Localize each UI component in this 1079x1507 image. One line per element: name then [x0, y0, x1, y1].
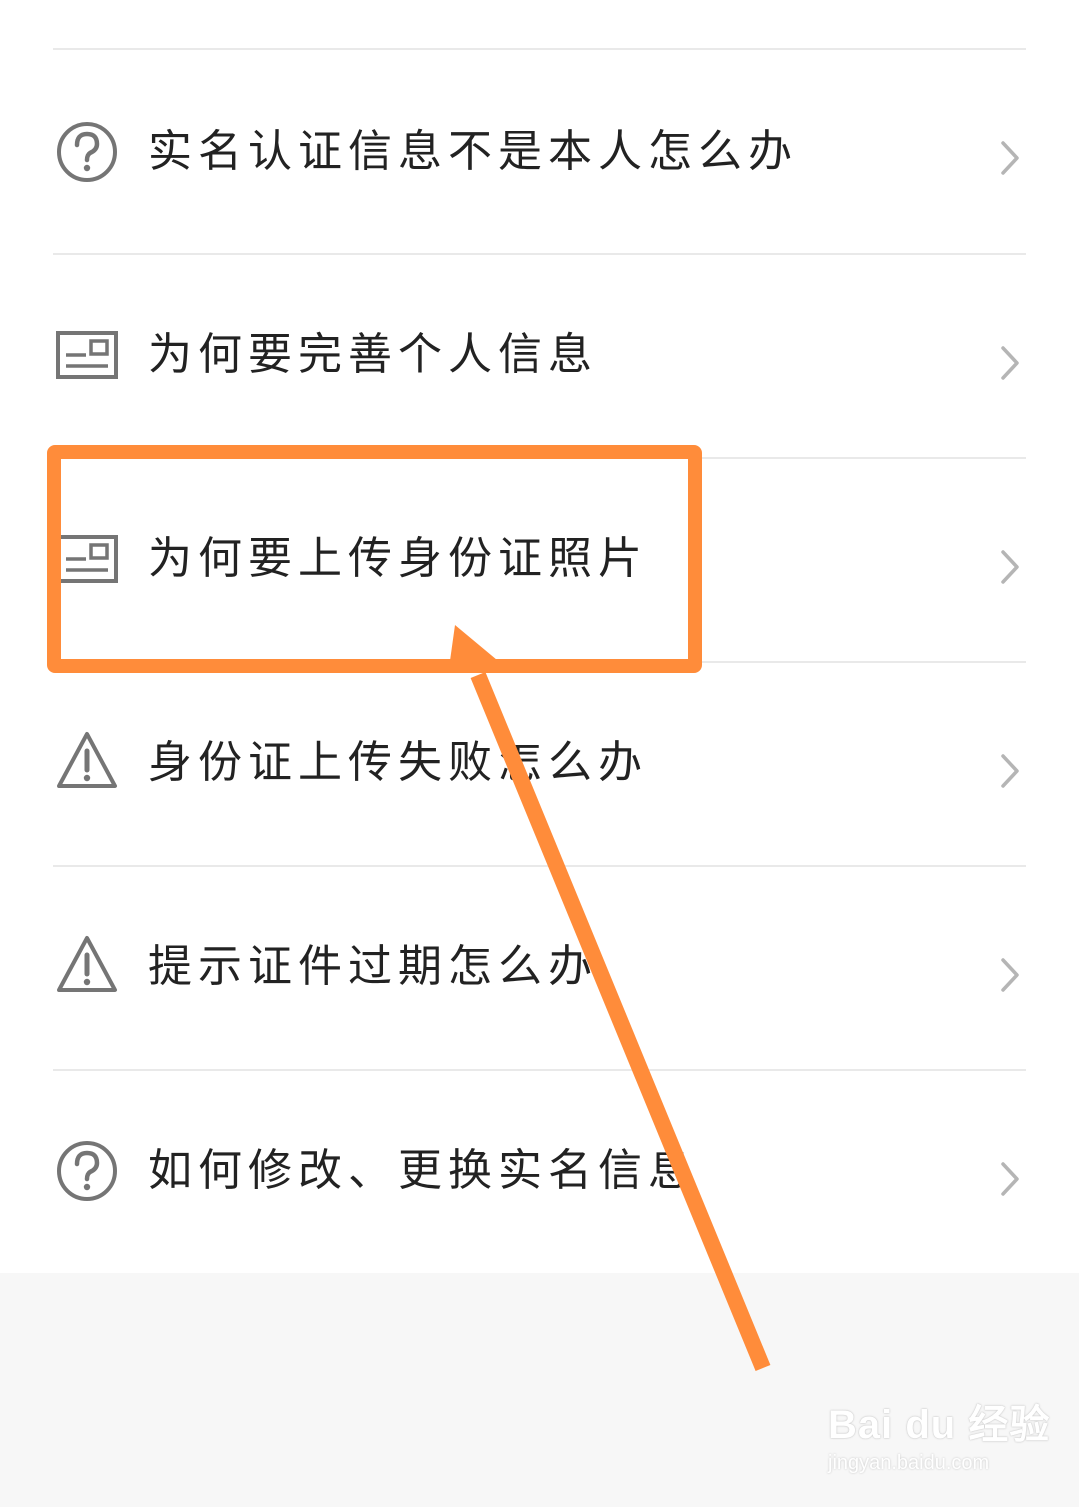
faq-item-upload-failed[interactable]: 身份证上传失败怎么办	[0, 663, 1079, 863]
id-card-icon	[56, 331, 118, 379]
faq-item-not-me[interactable]: 实名认证信息不是本人怎么办	[0, 50, 1079, 250]
faq-item-label: 身份证上传失败怎么办	[148, 737, 648, 788]
watermark-url: jingyan.baidu.com	[828, 1452, 990, 1474]
warning-triangle-icon	[57, 936, 117, 992]
question-circle-icon	[57, 122, 117, 182]
faq-item-complete-info[interactable]: 为何要完善个人信息	[0, 255, 1079, 455]
watermark-brand: Bai du 经验	[828, 1403, 1051, 1447]
warning-triangle-icon	[57, 732, 117, 788]
chevron-right-icon	[1001, 141, 1019, 175]
chevron-right-icon	[1001, 958, 1019, 992]
chevron-right-icon	[1001, 346, 1019, 380]
chevron-right-icon	[1001, 550, 1019, 584]
faq-item-label: 为何要上传身份证照片	[148, 533, 648, 584]
watermark: Bai du 经验 jingyan.baidu.com	[828, 1392, 1049, 1482]
faq-item-modify-info[interactable]: 如何修改、更换实名信息	[0, 1071, 1079, 1271]
id-card-icon	[56, 535, 118, 583]
faq-item-upload-id-photo[interactable]: 为何要上传身份证照片	[0, 459, 1079, 659]
faq-list: 实名认证信息不是本人怎么办 为何要完善个人信息 为何要上传身份证照片 身份证上传…	[0, 0, 1079, 1273]
chevron-right-icon	[1001, 1162, 1019, 1196]
chevron-right-icon	[1001, 754, 1019, 788]
faq-item-expired[interactable]: 提示证件过期怎么办	[0, 867, 1079, 1067]
faq-page: 实名认证信息不是本人怎么办 为何要完善个人信息 为何要上传身份证照片 身份证上传…	[0, 0, 1079, 1507]
faq-item-label: 为何要完善个人信息	[148, 329, 598, 380]
question-circle-icon	[57, 1141, 117, 1201]
faq-item-label: 实名认证信息不是本人怎么办	[148, 126, 798, 177]
faq-item-label: 提示证件过期怎么办	[148, 941, 598, 992]
faq-item-label: 如何修改、更换实名信息	[148, 1145, 698, 1196]
